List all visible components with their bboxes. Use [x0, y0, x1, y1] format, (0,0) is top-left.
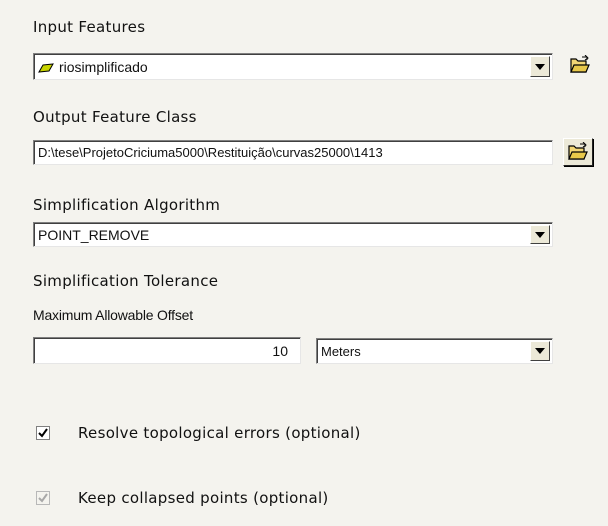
- open-folder-icon: [570, 55, 590, 73]
- output-feature-class-input[interactable]: D:\tese\ProjetoCriciuma5000\Restituição\…: [33, 140, 553, 165]
- output-feature-class-label: Output Feature Class: [33, 108, 197, 126]
- resolve-topological-errors-label: Resolve topological errors (optional): [78, 424, 361, 442]
- simplification-algorithm-dropdown[interactable]: POINT_REMOVE: [33, 222, 553, 247]
- polyline-layer-icon: [38, 61, 54, 73]
- tolerance-unit-value: Meters: [321, 343, 361, 359]
- output-feature-class-value: D:\tese\ProjetoCriciuma5000\Restituição\…: [38, 145, 383, 160]
- resolve-topological-errors-checkbox[interactable]: [36, 426, 50, 440]
- input-features-dropdown[interactable]: riosimplificado: [33, 53, 553, 80]
- input-features-value: riosimplificado: [59, 58, 148, 75]
- chevron-down-icon[interactable]: [530, 341, 550, 361]
- simplification-tolerance-label: Simplification Tolerance: [33, 272, 219, 290]
- keep-collapsed-points-label: Keep collapsed points (optional): [78, 489, 329, 507]
- output-feature-class-browse-button[interactable]: [563, 138, 593, 166]
- chevron-down-icon[interactable]: [530, 225, 550, 244]
- tolerance-value: 10: [272, 342, 288, 359]
- maximum-allowable-offset-label: Maximum Allowable Offset: [33, 307, 193, 323]
- simplification-algorithm-label: Simplification Algorithm: [33, 196, 221, 214]
- input-features-label: Input Features: [33, 18, 146, 36]
- chevron-down-icon[interactable]: [530, 56, 550, 77]
- open-folder-icon: [568, 142, 588, 160]
- simplification-algorithm-value: POINT_REMOVE: [38, 226, 150, 243]
- tolerance-value-input[interactable]: 10: [33, 337, 301, 364]
- checkmark-icon: [38, 493, 48, 503]
- input-features-browse-button[interactable]: [565, 51, 595, 79]
- checkmark-icon: [38, 428, 48, 438]
- keep-collapsed-points-checkbox[interactable]: [36, 491, 50, 505]
- tolerance-unit-dropdown[interactable]: Meters: [316, 338, 553, 364]
